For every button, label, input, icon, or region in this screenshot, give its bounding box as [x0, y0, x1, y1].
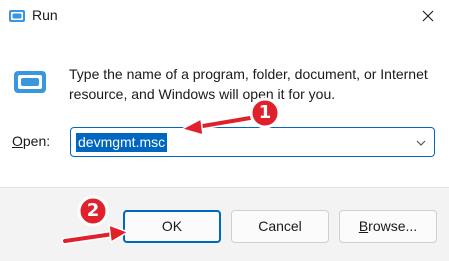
run-program-icon: [14, 71, 46, 93]
run-app-icon: [9, 10, 25, 22]
title-bar[interactable]: Run: [0, 0, 449, 32]
close-button[interactable]: [413, 2, 443, 30]
window-title: Run: [32, 7, 58, 23]
ok-button[interactable]: OK: [123, 210, 221, 243]
close-icon: [422, 10, 434, 22]
step2-badge: 2: [86, 200, 100, 221]
browse-button[interactable]: Browse...: [339, 210, 437, 243]
browse-label: rowse...: [368, 218, 418, 234]
open-label-text: pen:: [22, 133, 51, 149]
open-input[interactable]: devmgmt.msc: [70, 127, 435, 157]
chevron-down-icon[interactable]: [415, 137, 427, 149]
run-dialog: Run Type the name of a program, folder, …: [0, 0, 449, 261]
dialog-description: Type the name of a program, folder, docu…: [69, 66, 428, 102]
open-input-value[interactable]: devmgmt.msc: [76, 133, 168, 152]
open-label-accelerator: O: [12, 133, 23, 149]
step1-badge: 1: [258, 102, 272, 123]
open-label: Open:: [12, 133, 50, 149]
browse-accelerator: B: [358, 218, 369, 234]
button-bar: OK Cancel Browse...: [0, 187, 449, 261]
cancel-button[interactable]: Cancel: [231, 210, 329, 243]
